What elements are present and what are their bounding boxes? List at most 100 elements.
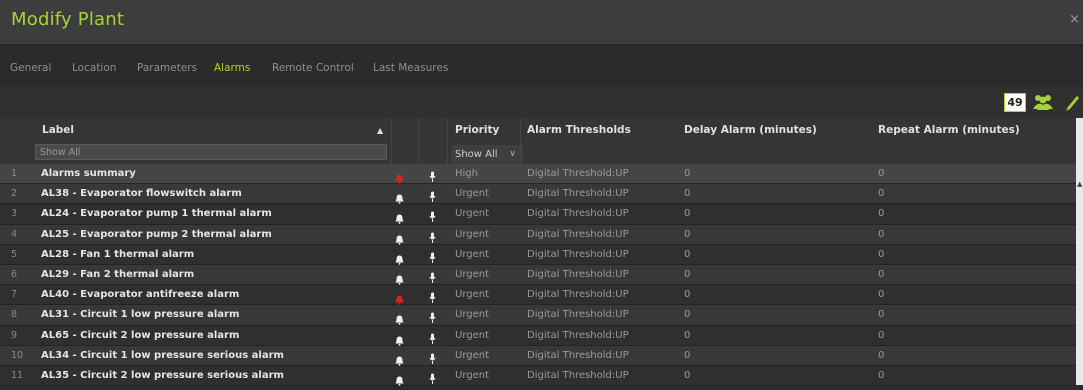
alarm-delay: 0 [684, 309, 691, 321]
table-row[interactable]: 2 AL38 - Evaporator flowswitch alarm Urgen… [0, 184, 1076, 205]
alarm-threshold: Digital Threshold:UP [527, 208, 629, 220]
title-bar: Modify Plant × [0, 0, 1083, 45]
row-number: 1 [11, 168, 18, 179]
alarm-label[interactable]: AL29 - Fan 2 thermal alarm [41, 265, 194, 284]
alarm-priority: Urgent [455, 289, 490, 301]
pencil-icon[interactable] [1064, 93, 1080, 115]
alarm-repeat: 0 [878, 208, 885, 220]
alarm-repeat: 0 [878, 168, 885, 179]
alarm-label[interactable]: AL65 - Circuit 2 low pressure alarm [41, 326, 239, 345]
tab-bar: General Location Parameters Alarms Remot… [0, 50, 1083, 84]
table-row[interactable]: 4 AL25 - Evaporator pump 2 thermal alarm U… [0, 224, 1076, 245]
column-header-repeat-alarm[interactable]: Repeat Alarm (minutes) [878, 124, 1020, 136]
alarm-label[interactable]: Alarms summary [41, 164, 136, 183]
alarm-delay: 0 [684, 329, 691, 341]
alarm-label[interactable]: AL40 - Evaporator antifreeze alarm [41, 285, 239, 304]
chevron-down-icon: ∨ [509, 149, 516, 159]
label-filter-input[interactable]: Show All [35, 144, 387, 160]
sort-ascending-icon[interactable]: ▲ [377, 126, 383, 135]
alarm-repeat: 0 [878, 329, 885, 341]
alarm-delay: 0 [684, 228, 691, 240]
window-title: Modify Plant [11, 9, 125, 30]
alarm-repeat: 0 [878, 309, 885, 321]
alarm-priority: Urgent [455, 248, 490, 260]
alarm-threshold: Digital Threshold:UP [527, 309, 629, 321]
alarm-delay: 0 [684, 188, 691, 200]
tab-location[interactable]: Location [72, 62, 116, 74]
row-number: 7 [11, 289, 18, 301]
column-header-alarm-thresholds[interactable]: Alarm Thresholds [527, 124, 631, 136]
column-header-label[interactable]: Label [42, 124, 74, 136]
alarm-threshold: Digital Threshold:UP [527, 329, 629, 341]
column-divider [418, 118, 419, 164]
tab-general[interactable]: General [10, 62, 51, 74]
close-icon[interactable]: × [1069, 12, 1080, 27]
bell-icon[interactable] [395, 371, 404, 390]
alarm-threshold: Digital Threshold:UP [527, 349, 629, 361]
alarm-repeat: 0 [878, 228, 885, 240]
priority-filter-value: Show All [455, 149, 498, 160]
grid-header: Label ▲ Priority Alarm Thresholds Delay … [0, 118, 1076, 165]
table-row[interactable]: 7 AL40 - Evaporator antifreeze alarm Urgen… [0, 285, 1076, 306]
toolbar: 49 [0, 86, 1083, 118]
priority-filter-select[interactable]: Show All ∨ [451, 145, 523, 164]
column-header-delay-alarm[interactable]: Delay Alarm (minutes) [684, 124, 817, 136]
row-number: 4 [11, 228, 18, 240]
alarm-threshold: Digital Threshold:UP [527, 188, 629, 200]
alarm-threshold: Digital Threshold:UP [527, 369, 629, 381]
table-row[interactable]: 10 AL34 - Circuit 1 low pressure serious … [0, 345, 1076, 366]
alarm-delay: 0 [684, 208, 691, 220]
alarm-label[interactable]: AL24 - Evaporator pump 1 thermal alarm [41, 204, 272, 223]
table-row[interactable]: 6 AL29 - Fan 2 thermal alarm Urgent Digital… [0, 264, 1076, 286]
scroll-up-icon[interactable]: ▲ [1077, 180, 1082, 188]
alarm-threshold: Digital Threshold:UP [527, 168, 629, 179]
alarm-repeat: 0 [878, 349, 885, 361]
row-number: 6 [11, 268, 18, 280]
table-row[interactable]: 1 Alarms summary High Digital Threshold:UP 0… [0, 164, 1076, 185]
table-row[interactable]: 5 AL28 - Fan 1 thermal alarm Urgent Digital… [0, 244, 1076, 265]
alarm-label[interactable]: AL34 - Circuit 1 low pressure serious al… [41, 346, 284, 365]
tab-parameters[interactable]: Parameters [137, 62, 197, 74]
column-divider [520, 118, 521, 164]
alarm-label[interactable]: AL25 - Evaporator pump 2 thermal alarm [41, 225, 272, 244]
alarm-delay: 0 [684, 268, 691, 280]
table-row[interactable]: 11 AL35 - Circuit 2 low pressure serious … [0, 365, 1076, 389]
alarm-delay: 0 [684, 369, 691, 381]
tab-remote-control[interactable]: Remote Control [272, 62, 354, 74]
table-row[interactable]: 9 AL65 - Circuit 2 low pressure alarm Urge… [0, 325, 1076, 346]
table-row[interactable]: 8 AL31 - Circuit 1 low pressure alarm Urge… [0, 305, 1076, 326]
alarm-priority: Urgent [455, 309, 490, 321]
microphone-icon[interactable] [429, 370, 436, 389]
column-divider [391, 118, 392, 164]
alarm-threshold: Digital Threshold:UP [527, 289, 629, 301]
alarm-priority: Urgent [455, 349, 490, 361]
tab-alarms[interactable]: Alarms [214, 62, 250, 74]
tab-last-measures[interactable]: Last Measures [373, 62, 448, 74]
alarm-repeat: 0 [878, 188, 885, 200]
alarm-threshold: Digital Threshold:UP [527, 228, 629, 240]
alarm-priority: Urgent [455, 208, 490, 220]
users-icon[interactable] [1032, 93, 1054, 115]
table-row[interactable]: 3 AL24 - Evaporator pump 1 thermal alarm U… [0, 204, 1076, 225]
count-badge[interactable]: 49 [1004, 93, 1026, 112]
alarm-delay: 0 [684, 168, 691, 179]
row-number: 9 [11, 329, 18, 341]
row-number: 5 [11, 248, 18, 260]
alarm-threshold: Digital Threshold:UP [527, 248, 629, 260]
alarm-label[interactable]: AL35 - Circuit 2 low pressure serious al… [41, 366, 284, 385]
alarm-repeat: 0 [878, 369, 885, 381]
alarm-delay: 0 [684, 349, 691, 361]
row-number: 8 [11, 309, 18, 321]
alarm-repeat: 0 [878, 248, 885, 260]
column-header-priority[interactable]: Priority [455, 124, 499, 136]
alarm-label[interactable]: AL38 - Evaporator flowswitch alarm [41, 184, 242, 203]
alarm-priority: Urgent [455, 329, 490, 341]
vertical-scrollbar[interactable] [1076, 118, 1083, 385]
alarm-label[interactable]: AL28 - Fan 1 thermal alarm [41, 245, 194, 264]
alarm-delay: 0 [684, 289, 691, 301]
alarm-priority: Urgent [455, 188, 490, 200]
alarm-label[interactable]: AL31 - Circuit 1 low pressure alarm [41, 305, 239, 324]
alarm-priority: Urgent [455, 228, 490, 240]
row-number: 3 [11, 208, 18, 220]
row-number: 2 [11, 188, 18, 200]
